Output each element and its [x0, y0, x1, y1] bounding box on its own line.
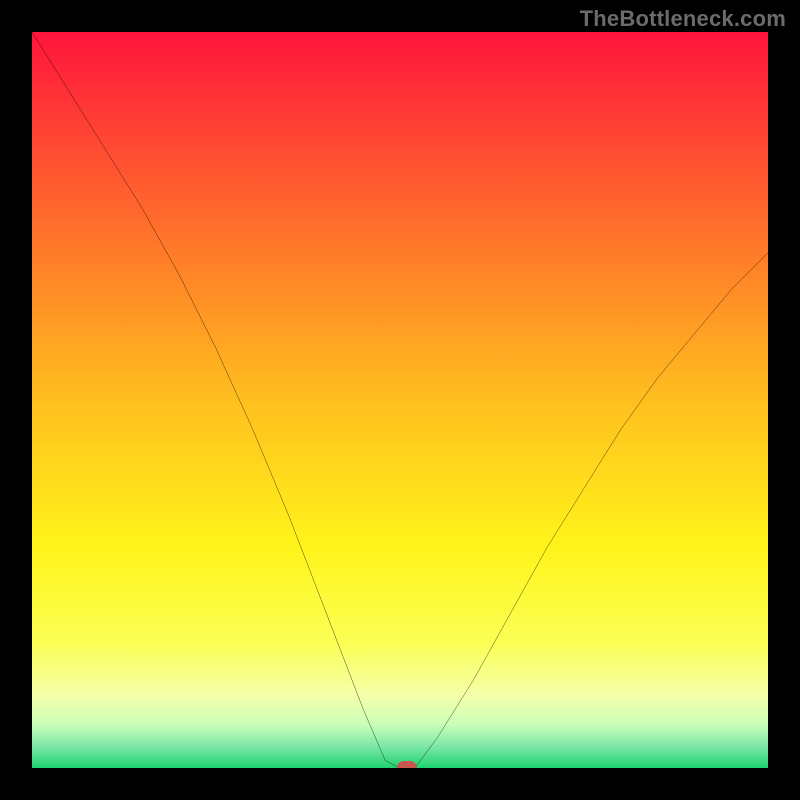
bottleneck-curve: [32, 32, 768, 768]
bottleneck-marker: [397, 761, 417, 768]
watermark-text: TheBottleneck.com: [580, 6, 786, 32]
chart-frame: TheBottleneck.com: [0, 0, 800, 800]
plot-area: [32, 32, 768, 768]
